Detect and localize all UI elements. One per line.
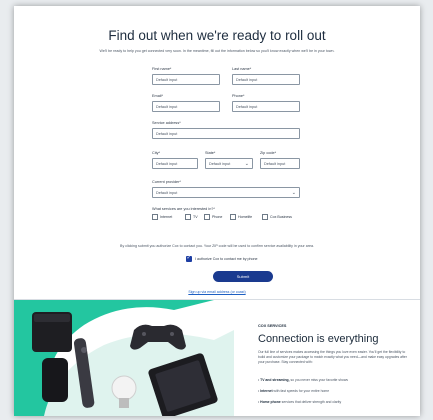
- contact-consent-checkbox[interactable]: [186, 255, 192, 262]
- service-label-tv: TV: [193, 215, 198, 219]
- service-label-homelife: Homelife: [238, 215, 253, 219]
- bullet-text: so you never miss your favorite shows: [289, 378, 348, 382]
- promo-eyebrow: COX SERVICES: [258, 324, 287, 328]
- promo-bullet: • Home phone services that deliver stren…: [258, 400, 342, 404]
- smart-speaker-icon: [42, 358, 68, 402]
- provider-select[interactable]: Default input ⌄: [152, 187, 300, 198]
- city-label: City*: [152, 151, 161, 155]
- cable-box-icon: [32, 312, 72, 352]
- service-checkbox-homelife[interactable]: [230, 214, 236, 220]
- bullet-strong: Internet: [260, 389, 273, 393]
- promo-description: Our full line of services makes accessin…: [258, 350, 407, 365]
- first-name-label: First name*: [152, 67, 172, 71]
- promo-bullet: • Internet with fast speeds for your ent…: [258, 389, 330, 393]
- first-name-input[interactable]: Default input: [152, 74, 220, 85]
- last-name-label: Last name*: [232, 67, 252, 71]
- service-checkbox-tv[interactable]: [185, 214, 191, 220]
- bullet-strong: Home phone: [260, 400, 281, 404]
- services-label: What services are you interested in?*: [152, 207, 215, 211]
- email-input[interactable]: Default input: [152, 101, 220, 112]
- service-label-internet: Internet: [160, 215, 173, 219]
- service-address-input[interactable]: Default input: [152, 128, 300, 139]
- promo-bullet: • TV and streaming, so you never miss yo…: [258, 378, 348, 382]
- submit-button[interactable]: Submit: [213, 271, 273, 282]
- zip-input[interactable]: Default input: [260, 158, 300, 169]
- signup-page: Find out when we're ready to roll out We…: [14, 6, 420, 416]
- service-label-phone: Phone: [212, 215, 223, 219]
- email-label: Email*: [152, 94, 163, 98]
- intro-text: We'll be ready to help you get connected…: [99, 49, 335, 53]
- consent-text: By clicking submit you authorize Cox to …: [120, 244, 314, 248]
- city-input[interactable]: Default input: [152, 158, 198, 169]
- bullet-text: with fast speeds for your entire home: [272, 389, 330, 393]
- state-select[interactable]: Default input ⌄: [205, 158, 253, 169]
- contact-consent-label: I authorize Cox to contact me by phone: [195, 257, 258, 261]
- bullet-strong: TV and streaming,: [260, 378, 290, 382]
- phone-label: Phone*: [232, 94, 245, 98]
- state-label: State*: [205, 151, 216, 155]
- service-checkbox-internet[interactable]: [152, 214, 158, 220]
- provider-select-value: Default input: [156, 191, 178, 195]
- service-checkbox-phone[interactable]: [204, 214, 210, 220]
- state-select-value: Default input: [209, 162, 231, 166]
- promo-headline: Connection is everything: [258, 333, 379, 345]
- service-label-cox-business: Cox Business: [270, 215, 292, 219]
- page-title: Find out when we're ready to roll out: [108, 28, 326, 43]
- service-address-label: Service address*: [152, 121, 181, 125]
- chevron-down-icon: ⌄: [244, 161, 249, 167]
- chevron-down-icon: ⌄: [291, 190, 296, 196]
- phone-input[interactable]: Default input: [232, 101, 300, 112]
- service-checkbox-cox-business[interactable]: [262, 214, 268, 220]
- bullet-text: services that deliver strength and clari…: [280, 400, 342, 404]
- provider-label: Current provider*: [152, 180, 181, 184]
- alt-signup-link[interactable]: Sign up via email address (or coast): [14, 290, 420, 294]
- zip-label: Zip code*: [260, 151, 277, 155]
- devices-image: [14, 300, 234, 416]
- last-name-input[interactable]: Default input: [232, 74, 300, 85]
